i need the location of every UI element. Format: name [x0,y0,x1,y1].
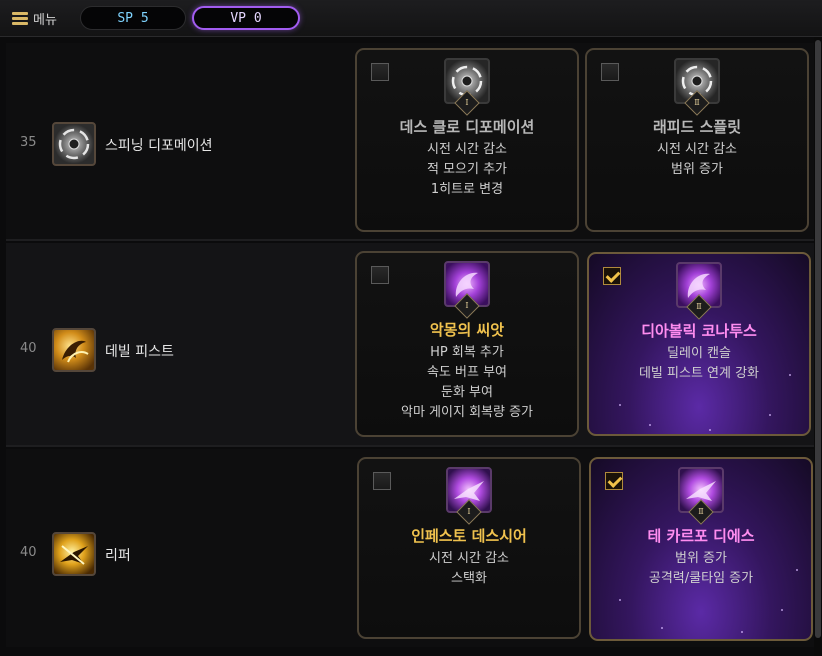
skill-level: 40 [20,545,37,560]
talent-name: 테 카르포 디에스 [647,527,755,545]
talent-card-diabolic-conatus[interactable]: Ⅱ 디아볼릭 코나투스 딜레이 캔슬 데빌 피스트 연계 강화 [587,252,811,436]
scrollbar-thumb[interactable] [815,40,821,638]
talent-name: 데스 클로 디포메이션 [399,118,535,136]
talent-effects: 딜레이 캔슬 데빌 피스트 연계 강화 [638,346,760,381]
talent-effects: 시전 시간 감소 적 모으기 추가 1히트로 변경 [426,142,508,197]
talent-checkbox[interactable] [373,472,391,490]
skill-level: 40 [20,341,37,356]
talent-card-infesto-deathseer[interactable]: Ⅰ 인페스토 데스시어 시전 시간 감소 스택화 [357,457,581,639]
skill-row-spinning-deformation: 35 스피닝 디포메이션 Ⅰ 데스 클로 디포메이션 시전 시간 감소 적 모으… [6,43,814,239]
skill-name: 리퍼 [105,548,131,564]
skill-row-devil-fist: 40 데빌 피스트 Ⅰ 악몽의 씨앗 HP 회복 추가 속도 버프 부여 둔화 … [6,243,814,445]
talent-checkbox[interactable] [601,63,619,81]
talent-card-te-carpo-dies[interactable]: Ⅱ 테 카르포 디에스 범위 증가 공격력/쿨타임 증가 [589,457,813,641]
talent-name: 디아볼릭 코나투스 [641,322,757,340]
menu-label: 메뉴 [33,12,57,28]
talent-card-seed-of-nightmare[interactable]: Ⅰ 악몽의 씨앗 HP 회복 추가 속도 버프 부여 둔화 부여 악마 게이지 … [355,251,579,437]
talent-name: 래피드 스플릿 [652,118,742,136]
sp-counter[interactable]: SP 5 [80,6,186,30]
row-divider [6,239,814,241]
devil-fist-icon[interactable] [52,328,96,372]
reaper-icon[interactable] [52,532,96,576]
hamburger-icon [12,11,28,25]
talent-checkbox[interactable] [605,472,623,490]
skill-level: 35 [20,135,37,150]
top-bar: 메뉴 SP 5 VP 0 [0,0,822,37]
talent-checkbox[interactable] [371,63,389,81]
talent-name: 악몽의 씨앗 [429,321,505,339]
talent-effects: 범위 증가 공격력/쿨타임 증가 [648,551,754,586]
talent-card-death-claw[interactable]: Ⅰ 데스 클로 디포메이션 시전 시간 감소 적 모으기 추가 1히트로 변경 [355,48,579,232]
talent-effects: HP 회복 추가 속도 버프 부여 둔화 부여 악마 게이지 회복량 증가 [401,345,533,420]
talent-checkbox[interactable] [371,266,389,284]
talent-card-rapid-split[interactable]: Ⅱ 래피드 스플릿 시전 시간 감소 범위 증가 [585,48,809,232]
vortex-icon[interactable] [52,122,96,166]
talent-name: 인페스토 데스시어 [411,527,527,545]
menu-button[interactable]: 메뉴 [12,8,57,28]
talent-checkbox[interactable] [603,267,621,285]
talent-effects: 시전 시간 감소 스택화 [428,551,510,586]
vp-counter[interactable]: VP 0 [192,6,300,30]
row-divider [6,445,814,447]
skill-row-reaper: 40 리퍼 Ⅰ 인페스토 데스시어 시전 시간 감소 스택화 Ⅱ 테 카르포 디… [6,449,814,647]
skill-name: 스피닝 디포메이션 [105,138,213,154]
skill-name: 데빌 피스트 [105,344,174,360]
talent-effects: 시전 시간 감소 범위 증가 [656,142,738,177]
